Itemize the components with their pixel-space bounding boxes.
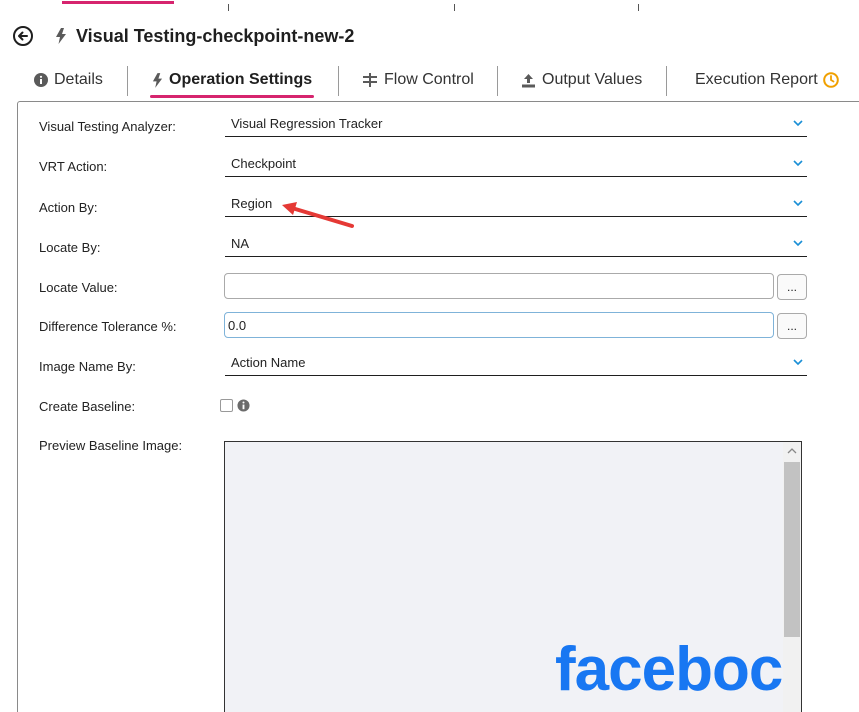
locate-by-value: NA: [231, 236, 250, 251]
info-circle-icon[interactable]: [237, 399, 250, 412]
tab-bar: Details Operation Settings Flow Control: [30, 64, 859, 100]
chevron-down-icon: [793, 160, 803, 167]
tab-operation-settings[interactable]: Operation Settings: [149, 68, 315, 98]
locate-value-label: Locate Value:: [39, 280, 118, 295]
create-baseline-label: Create Baseline:: [39, 399, 136, 414]
action-by-value: Region: [231, 196, 273, 211]
chevron-down-icon: [793, 120, 803, 127]
locate-value-input[interactable]: [224, 273, 774, 299]
tab-label: Details: [54, 71, 103, 88]
tab-divider: [497, 66, 498, 96]
tab-divider: [338, 66, 339, 96]
image-name-by-value: Action Name: [231, 355, 306, 370]
chevron-down-icon: [793, 359, 803, 366]
back-button[interactable]: [13, 26, 33, 46]
tab-label: Operation Settings: [169, 71, 313, 88]
scrollbar-thumb[interactable]: [784, 462, 800, 637]
preview-baseline-label: Preview Baseline Image:: [39, 438, 183, 453]
bolt-icon: [56, 28, 66, 44]
tab-details[interactable]: Details: [34, 68, 103, 92]
locate-by-label: Locate By:: [39, 240, 101, 255]
page-header: Visual Testing-checkpoint-new-2: [13, 24, 354, 48]
image-name-by-label: Image Name By:: [39, 359, 136, 374]
chevron-down-icon: [793, 200, 803, 207]
difference-tolerance-browse-button[interactable]: ...: [777, 313, 807, 339]
chevron-down-icon: [793, 240, 803, 247]
bolt-icon: [152, 72, 163, 88]
tab-divider: [666, 66, 667, 96]
create-baseline-checkbox[interactable]: [220, 399, 233, 412]
top-divider: [638, 4, 639, 11]
tab-label: Flow Control: [384, 71, 474, 88]
upload-icon: [522, 73, 535, 87]
top-divider: [454, 4, 455, 11]
difference-tolerance-input[interactable]: 0.0: [224, 312, 774, 338]
info-circle-icon: [34, 73, 48, 87]
locate-value-browse-button[interactable]: ...: [777, 274, 807, 300]
tab-execution-report[interactable]: Execution Report: [695, 68, 839, 92]
chevron-up-icon[interactable]: [787, 447, 797, 455]
page-title: Visual Testing-checkpoint-new-2: [76, 25, 355, 46]
baseline-image-logo-text: faceboc: [555, 635, 783, 704]
difference-tolerance-value: 0.0: [228, 318, 247, 333]
page: Visual Testing-checkpoint-new-2 Details …: [0, 0, 859, 712]
vrt-action-select[interactable]: Checkpoint: [225, 154, 807, 177]
locate-by-select[interactable]: NA: [225, 234, 807, 257]
analyzer-select[interactable]: Visual Regression Tracker: [225, 114, 807, 137]
difference-tolerance-label: Difference Tolerance %:: [39, 319, 177, 334]
tab-label: Execution Report: [695, 71, 818, 88]
top-strip: [0, 0, 859, 11]
clock-icon: [822, 72, 839, 88]
action-by-label: Action By:: [39, 200, 98, 215]
image-name-by-select[interactable]: Action Name: [225, 353, 807, 376]
preview-scrollbar[interactable]: [783, 442, 801, 712]
annotation-arrow: [282, 202, 354, 228]
top-active-indicator: [62, 1, 174, 4]
vrt-action-label: VRT Action:: [39, 159, 108, 174]
tab-divider: [127, 66, 128, 96]
tab-output-values[interactable]: Output Values: [521, 68, 642, 92]
tab-flow-control[interactable]: Flow Control: [362, 68, 474, 92]
baseline-image-preview: faceboc: [224, 441, 802, 712]
analyzer-value: Visual Regression Tracker: [231, 116, 383, 131]
signpost-icon: [363, 73, 377, 87]
tab-label: Output Values: [542, 71, 643, 88]
top-divider: [228, 4, 229, 11]
vrt-action-value: Checkpoint: [231, 156, 297, 171]
analyzer-label: Visual Testing Analyzer:: [39, 119, 176, 134]
arrow-left-icon: [18, 31, 28, 41]
